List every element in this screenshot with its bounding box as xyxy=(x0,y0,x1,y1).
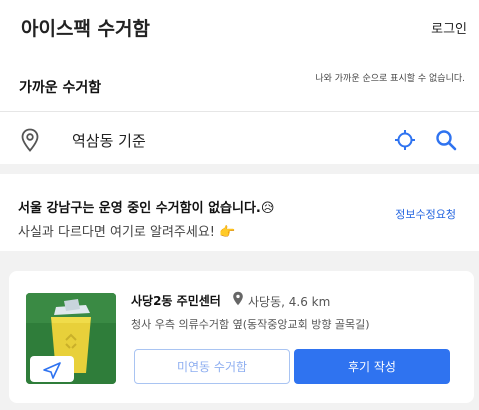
nearby-section: 가까운 수거함 나와 가까운 순으로 표시할 수 없습니다. 역삼동 기준 xyxy=(0,54,479,164)
edit-request-link[interactable]: 정보수정요청 xyxy=(395,206,456,222)
app-header: 아이스팩 수거함 로그인 xyxy=(0,0,479,54)
app-title: 아이스팩 수거함 xyxy=(21,18,150,40)
map-pin-icon xyxy=(21,128,39,152)
notice-banner: 서울 강남구는 운영 중인 수거함이 없습니다.😥 사실과 다르다면 여기로 알… xyxy=(0,174,479,251)
notice-text: 서울 강남구는 운영 중인 수거함이 없습니다. xyxy=(18,201,261,216)
notice-message: 서울 강남구는 운영 중인 수거함이 없습니다.😥 xyxy=(18,197,274,216)
write-review-button[interactable]: 후기 작성 xyxy=(294,349,450,384)
bin-thumbnail xyxy=(26,293,116,384)
location-pin-icon xyxy=(233,291,243,306)
notice-subtext: 사실과 다르다면 여기로 알려주세요! 👉 xyxy=(18,221,235,240)
nearby-title: 가까운 수거함 xyxy=(19,80,102,96)
navigation-arrow-icon xyxy=(43,362,61,379)
search-icon[interactable] xyxy=(435,129,457,151)
divider xyxy=(0,111,479,112)
unvisited-bin-button[interactable]: 미연동 수거함 xyxy=(134,349,290,384)
location-text: 역삼동 기준 xyxy=(72,132,146,150)
crosshair-icon[interactable] xyxy=(394,129,416,151)
navigate-button[interactable] xyxy=(30,356,74,382)
login-button[interactable]: 로그인 xyxy=(431,18,467,37)
bin-card[interactable]: 사당2동 주민센터 사당동, 4.6 km 청사 우측 의류수거함 옆(동작중앙… xyxy=(9,271,474,403)
bin-description: 청사 우측 의류수거함 옆(동작중앙교회 방향 골목길) xyxy=(131,318,370,331)
notice-subtext-label: 사실과 다르다면 여기로 알려주세요! xyxy=(18,225,216,240)
nearby-note: 나와 가까운 순으로 표시할 수 없습니다. xyxy=(315,74,465,84)
bin-name: 사당2동 주민센터 xyxy=(131,294,221,308)
bin-location: 사당동, 4.6 km xyxy=(248,295,331,309)
sad-face-icon: 😥 xyxy=(260,201,275,216)
pointing-hand-icon: 👉 xyxy=(219,225,236,240)
